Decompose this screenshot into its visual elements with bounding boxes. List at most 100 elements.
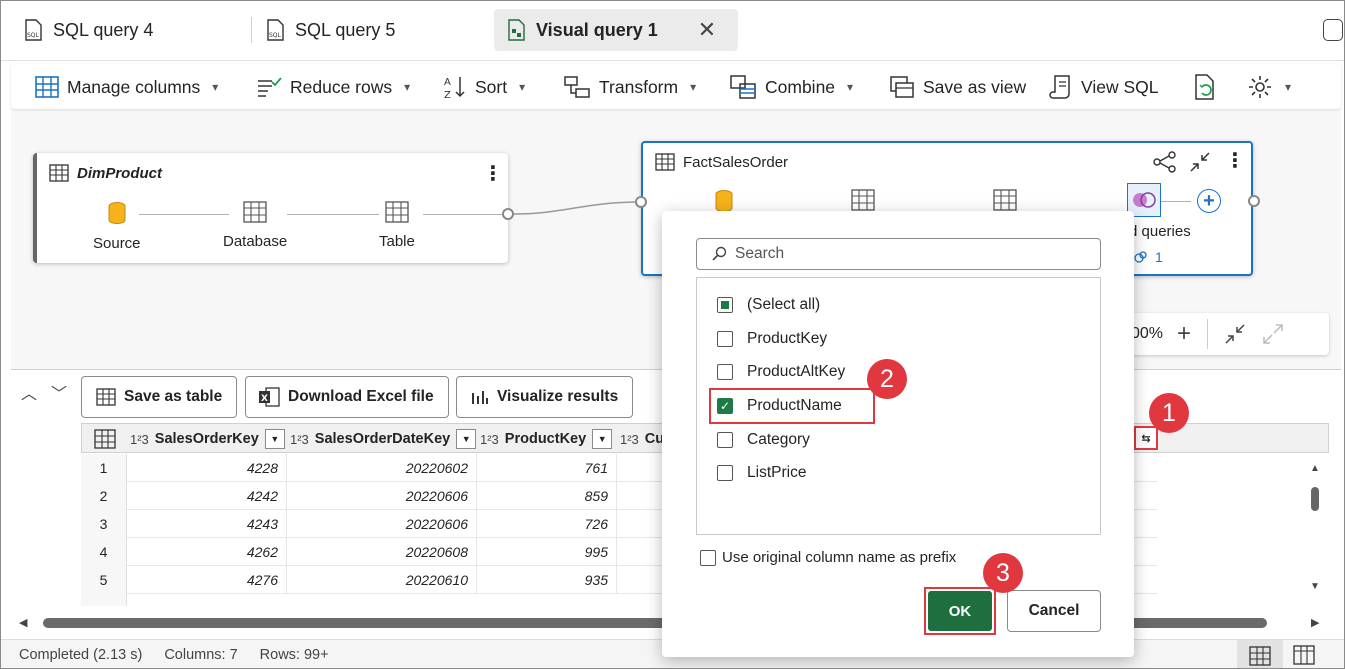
save-as-view-button[interactable]: Save as view — [889, 64, 1026, 110]
chevron-down-icon: ▾ — [519, 80, 526, 94]
button-label: Visualize results — [497, 388, 619, 405]
cancel-button[interactable]: Cancel — [1007, 590, 1101, 632]
option-label: Category — [747, 431, 810, 448]
scroll-up-icon[interactable]: ▲ — [1310, 463, 1320, 474]
table-icon — [1249, 645, 1271, 666]
zoom-in-icon[interactable]: + — [1177, 320, 1191, 348]
visualize-results-button[interactable]: Visualize results — [456, 376, 634, 418]
column-list: (Select all) ProductKey ProductAltKey ✓ … — [696, 277, 1101, 535]
cell: 20220606 — [287, 482, 477, 510]
combine-button[interactable]: Combine ▾ — [729, 64, 853, 110]
step-source[interactable]: Source — [93, 201, 141, 252]
share-icon[interactable] — [1153, 151, 1177, 173]
scroll-thumb[interactable] — [1311, 487, 1319, 511]
manage-columns-button[interactable]: Manage columns ▾ — [35, 64, 218, 110]
vertical-scrollbar[interactable]: ▲ ▼ — [1307, 463, 1323, 599]
more-options-icon[interactable]: ⋮ — [483, 161, 503, 186]
expand-column-icon[interactable]: ⇆ — [1134, 426, 1158, 450]
checkbox[interactable] — [717, 331, 733, 347]
sort-label: Sort — [475, 76, 508, 97]
column-dropdown-icon[interactable]: ▼ — [592, 429, 613, 449]
transform-label: Transform — [599, 76, 679, 97]
column-dropdown-icon[interactable]: ▼ — [456, 429, 477, 449]
checkbox[interactable] — [717, 297, 733, 313]
combine-label: Combine — [765, 76, 836, 97]
cell: 20220608 — [287, 538, 477, 566]
download-excel-button[interactable]: X Download Excel file — [245, 376, 449, 418]
schema-view-toggle[interactable] — [1293, 645, 1315, 668]
status-columns: Columns: 7 — [164, 647, 238, 663]
collapse-icon[interactable] — [1189, 151, 1211, 173]
reduce-rows-label: Reduce rows — [290, 76, 393, 97]
step-database[interactable]: Database — [223, 201, 287, 250]
column-header-productkey[interactable]: 1²3 ProductKey ▼ — [480, 424, 613, 454]
row-number — [81, 594, 127, 606]
linked-queries-count[interactable]: 1 — [1133, 249, 1163, 265]
refresh-file-icon — [1195, 74, 1214, 100]
more-options-icon[interactable]: ⋮ — [1225, 148, 1245, 173]
refresh-button[interactable] — [1193, 64, 1217, 110]
ok-button[interactable]: OK — [928, 591, 992, 631]
chevron-up-icon[interactable]: ︿ — [21, 380, 37, 404]
prefix-option[interactable]: Use original column name as prefix — [700, 549, 956, 566]
option-category[interactable]: Category — [717, 431, 810, 449]
option-select-all[interactable]: (Select all) — [717, 296, 820, 314]
search-input[interactable]: Search — [696, 238, 1101, 270]
window-copy-icon[interactable] — [1323, 19, 1343, 41]
output-port[interactable] — [502, 208, 514, 220]
reduce-rows-icon — [258, 77, 282, 97]
scroll-right-icon[interactable]: ▶ — [1311, 616, 1319, 629]
reduce-rows-button[interactable]: Reduce rows ▾ — [256, 64, 410, 110]
status-completed: Completed (2.13 s) — [19, 647, 143, 663]
expand-icon[interactable] — [1262, 323, 1284, 345]
table-icon[interactable] — [94, 429, 116, 449]
save-as-table-button[interactable]: Save as table — [81, 376, 238, 418]
output-port[interactable] — [1248, 195, 1260, 207]
zoom-level: 00% — [1131, 325, 1164, 342]
checkbox[interactable] — [717, 364, 733, 380]
table-icon — [655, 153, 675, 171]
tab-divider — [251, 17, 252, 43]
input-port[interactable] — [635, 196, 647, 208]
button-label: Download Excel file — [288, 388, 434, 405]
transform-icon — [564, 76, 590, 98]
option-listprice[interactable]: ListPrice — [717, 464, 806, 482]
add-step-icon[interactable]: + — [1197, 189, 1221, 213]
checkbox[interactable] — [700, 549, 716, 566]
combine-icon — [730, 75, 756, 99]
grid-view-toggle[interactable] — [1237, 640, 1283, 668]
tab-sql-query-4[interactable]: SQL SQL query 4 — [11, 9, 165, 51]
scroll-down-icon[interactable]: ▼ — [1310, 581, 1320, 592]
manage-columns-label: Manage columns — [67, 76, 201, 97]
column-header-salesorderdatekey[interactable]: 1²3 SalesOrderDateKey ▼ — [290, 424, 477, 454]
cell: 859 — [477, 482, 617, 510]
settings-button[interactable]: ▾ — [1247, 64, 1291, 110]
chevron-down-icon[interactable]: ﹀ — [51, 380, 67, 404]
transform-button[interactable]: Transform ▾ — [563, 64, 696, 110]
column-name: ProductKey — [504, 431, 587, 447]
tab-visual-query-1[interactable]: Visual query 1 ✕ — [494, 9, 738, 51]
type-icon: 1²3 — [130, 431, 149, 447]
scroll-left-icon[interactable]: ◀ — [19, 616, 27, 629]
checkbox[interactable] — [717, 465, 733, 481]
callout-badge-3: 3 — [983, 553, 1023, 593]
column-header-cu[interactable]: 1²3 Cu — [620, 424, 664, 454]
sort-button[interactable]: AZ Sort ▾ — [443, 64, 525, 110]
option-productaltkey[interactable]: ProductAltKey — [717, 363, 845, 381]
step-table[interactable]: Table — [379, 201, 415, 250]
checkbox[interactable] — [717, 432, 733, 448]
tab-sql-query-5[interactable]: SQL SQL query 5 — [253, 9, 407, 51]
option-productkey[interactable]: ProductKey — [717, 330, 827, 348]
view-sql-button[interactable]: View SQL — [1049, 64, 1159, 110]
row-number: 3 — [81, 510, 127, 538]
svg-text:A: A — [444, 77, 451, 88]
callout-badge-1: 1 — [1149, 393, 1189, 433]
query-card-dimproduct[interactable]: DimProduct ⋮ Source Database Table — [33, 153, 508, 263]
sort-az-icon: AZ — [444, 77, 465, 100]
close-icon[interactable]: ✕ — [698, 17, 716, 43]
save-view-icon — [890, 76, 914, 98]
table-icon — [243, 201, 267, 223]
fit-view-icon[interactable] — [1224, 323, 1246, 345]
column-header-salesorderkey[interactable]: 1²3 SalesOrderKey ▼ — [130, 424, 285, 454]
column-dropdown-icon[interactable]: ▼ — [264, 429, 285, 449]
